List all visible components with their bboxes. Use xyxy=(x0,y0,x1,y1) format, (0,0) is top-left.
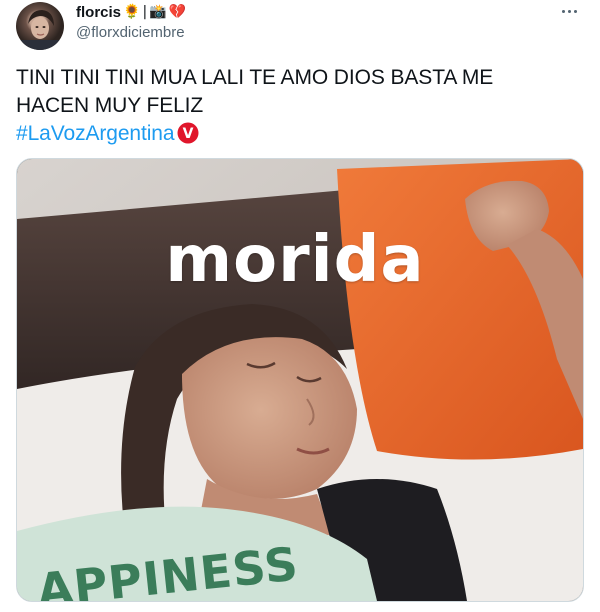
more-dot xyxy=(573,9,577,13)
la-voz-hashflag-icon: V xyxy=(177,122,199,144)
tweet-text-line: TINI TINI TINI MUA LALI TE AMO DIOS BAST… xyxy=(16,66,494,89)
shirt-print: APPINESS xyxy=(35,536,301,601)
more-options-button[interactable] xyxy=(556,0,582,22)
hashtag-line: #LaVozArgentina V xyxy=(16,120,584,148)
tweet-text-line: HACEN MUY FELIZ xyxy=(16,94,204,117)
hashtag-link[interactable]: #LaVozArgentina xyxy=(16,122,175,145)
display-name[interactable]: florcis xyxy=(76,4,121,21)
avatar[interactable] xyxy=(16,2,64,50)
more-horizontal-icon xyxy=(561,9,565,13)
tweet-text: TINI TINI TINI MUA LALI TE AMO DIOS BAST… xyxy=(16,64,584,148)
camera-icon: 📸 xyxy=(149,4,167,20)
more-dot xyxy=(567,9,571,13)
shirt-text: APPINESS xyxy=(35,536,301,601)
hashflag-letter: V xyxy=(183,126,194,142)
tweet[interactable]: florcis 🌻 | 📸 💔 @florxdiciembre TINI TIN… xyxy=(0,0,600,612)
broken-heart-icon: 💔 xyxy=(168,4,187,20)
author-name-row[interactable]: florcis 🌻 | 📸 💔 xyxy=(76,2,186,22)
author-handle[interactable]: @florxdiciembre xyxy=(76,24,185,41)
tweet-media-image[interactable]: morida APPINESS xyxy=(16,158,584,602)
separator-bar: | xyxy=(142,4,148,20)
sunflower-icon: 🌻 xyxy=(123,4,141,20)
